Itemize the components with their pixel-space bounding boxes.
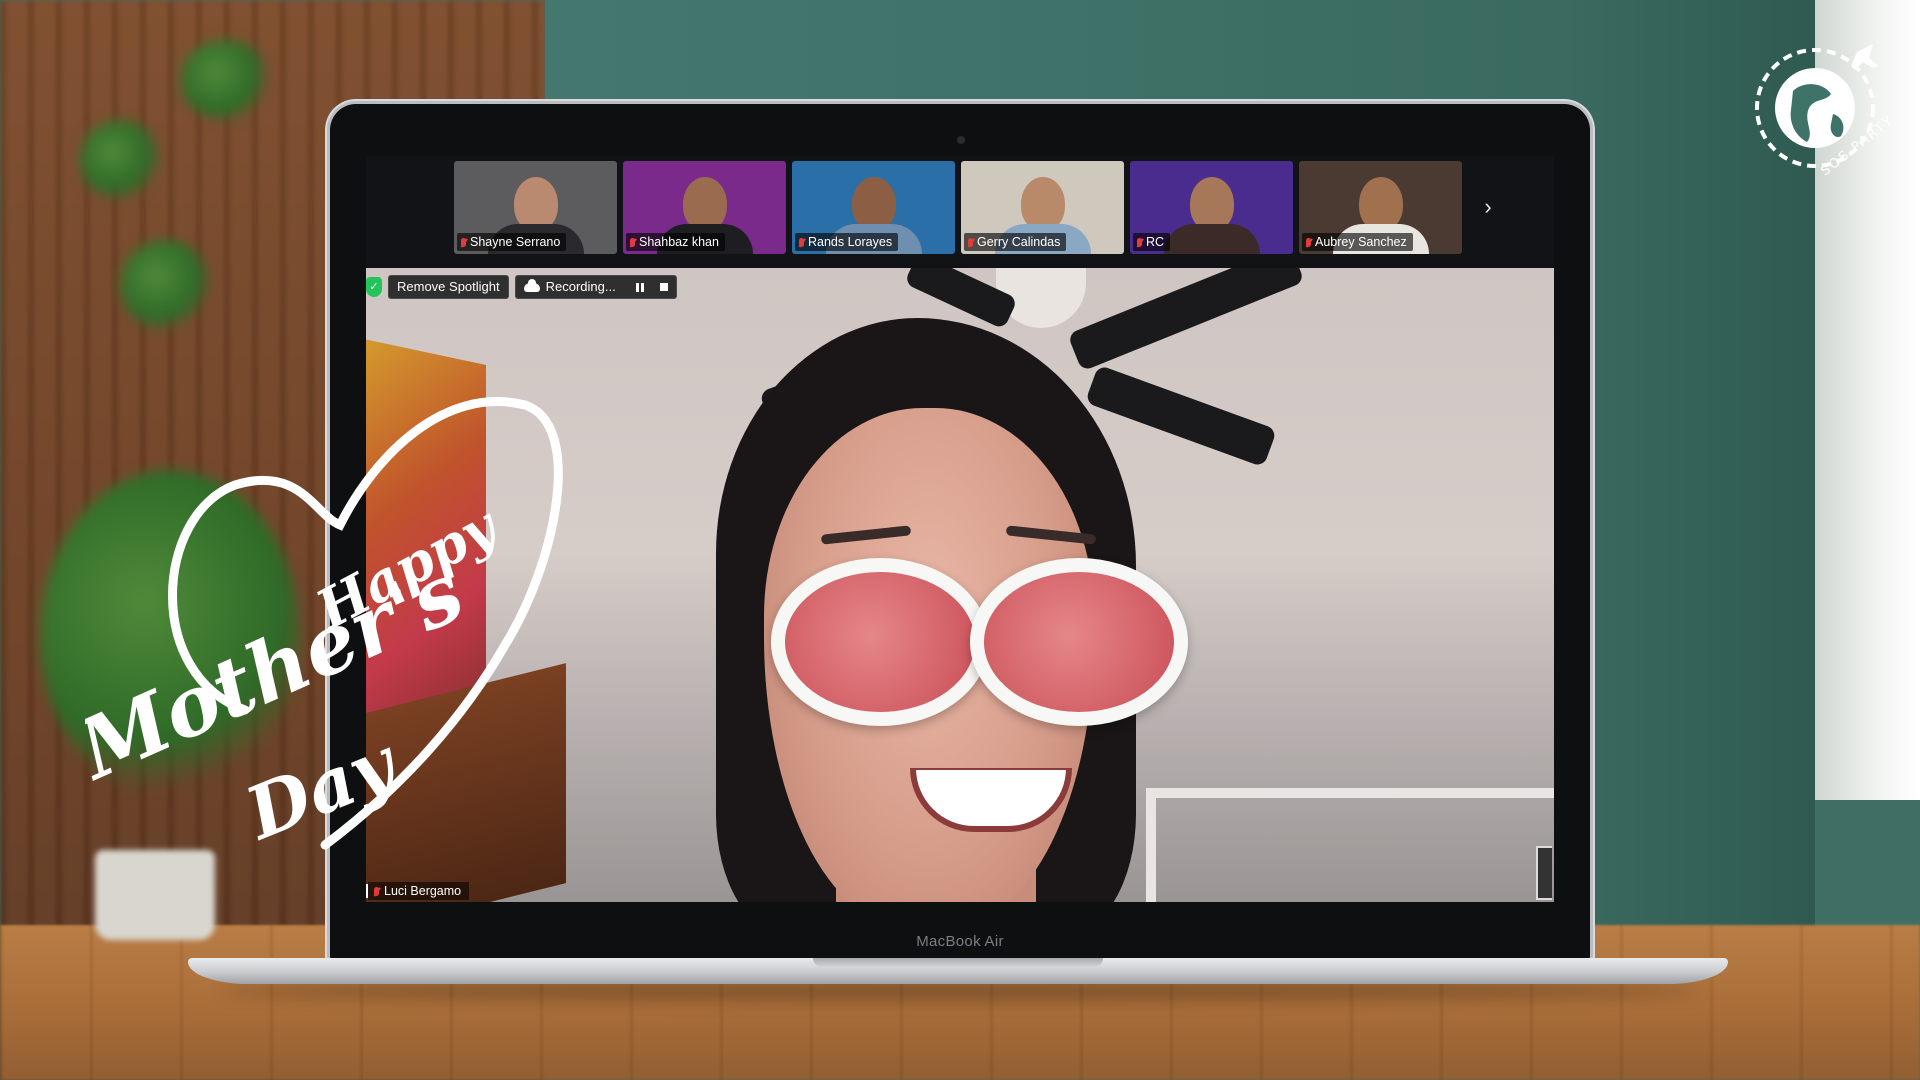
- laptop-shadow: [220, 982, 1700, 1000]
- globe-icon: [1775, 68, 1855, 148]
- participant-face: [851, 177, 896, 231]
- participant-tile[interactable]: RC: [1130, 161, 1293, 254]
- participant-gallery-strip: Shayne Serrano Shahbaz khan Rands Lorayes G…: [366, 156, 1554, 264]
- self-view-corner[interactable]: [1536, 846, 1552, 900]
- fan-blade: [1067, 268, 1305, 372]
- meeting-controls: ✓ Remove Spotlight Recording...: [366, 275, 677, 299]
- participant-name: Shahbaz khan: [639, 235, 719, 249]
- participant-name: Rands Lorayes: [808, 235, 893, 249]
- laptop-hinge-notch: [813, 958, 1103, 967]
- mic-muted-icon: [968, 237, 973, 247]
- sos-party-logo: SOS PARTY: [1755, 44, 1895, 179]
- remove-spotlight-label: Remove Spotlight: [397, 279, 500, 294]
- fan-blade: [1084, 364, 1278, 468]
- remove-spotlight-button[interactable]: Remove Spotlight: [388, 275, 509, 299]
- background-plant: [80, 120, 160, 200]
- participant-tile[interactable]: Rands Lorayes: [792, 161, 955, 254]
- mic-muted-icon: [1137, 237, 1142, 247]
- participant-name: RC: [1146, 235, 1165, 249]
- video-door-frame: [1146, 788, 1554, 902]
- participant-name-tag: Rands Lorayes: [795, 233, 899, 251]
- participant-face: [682, 177, 727, 231]
- participant-tile[interactable]: Gerry Calindas: [961, 161, 1124, 254]
- participant-tile[interactable]: Shahbaz khan: [623, 161, 786, 254]
- mic-muted-icon: [374, 886, 379, 896]
- participant-name-tag: Aubrey Sanchez: [1302, 233, 1413, 251]
- participant-name-tag: RC: [1133, 233, 1171, 251]
- participant-body: [1163, 224, 1260, 254]
- greeting-line-day: Day: [233, 719, 410, 855]
- mic-muted-icon: [799, 237, 804, 247]
- recording-indicator[interactable]: Recording...: [514, 275, 677, 299]
- mic-muted-icon: [1306, 237, 1311, 247]
- participant-face: [1189, 177, 1234, 231]
- laptop-model-label: MacBook Air: [916, 933, 1004, 950]
- participant-tile[interactable]: Shayne Serrano: [454, 161, 617, 254]
- participant-name-tag: Shayne Serrano: [457, 233, 567, 251]
- mothers-day-graphic: Happy Mother's Day: [85, 397, 563, 855]
- participant-face: [1358, 177, 1403, 231]
- webcam-dot: [957, 136, 965, 144]
- spotlight-name-label: Luci Bergamo: [384, 884, 462, 898]
- participant-face: [513, 177, 558, 231]
- participant-name-tag: Shahbaz khan: [626, 233, 725, 251]
- participant-name: Shayne Serrano: [470, 235, 561, 249]
- mic-muted-icon: [461, 237, 466, 247]
- next-page-button[interactable]: ›: [1476, 192, 1500, 222]
- airplane-icon: [1851, 44, 1879, 70]
- chevron-right-icon: ›: [1484, 194, 1492, 219]
- participant-name: Gerry Calindas: [977, 235, 1061, 249]
- white-sunglasses-left-lens: [771, 558, 989, 726]
- participant-tile[interactable]: Aubrey Sanchez: [1299, 161, 1462, 254]
- background-plant: [120, 240, 210, 330]
- background-pot: [95, 850, 215, 940]
- white-sunglasses-right-lens: [970, 558, 1188, 726]
- stop-icon[interactable]: [659, 283, 668, 291]
- shield-icon[interactable]: ✓: [366, 277, 382, 297]
- mic-muted-icon: [630, 237, 635, 247]
- background-plant: [180, 40, 270, 120]
- participant-name: Aubrey Sanchez: [1315, 235, 1407, 249]
- recording-label: Recording...: [545, 279, 616, 294]
- pause-icon[interactable]: [635, 282, 644, 292]
- participant-face: [1020, 177, 1065, 231]
- participant-name-tag: Gerry Calindas: [964, 233, 1067, 251]
- cloud-icon: [523, 278, 540, 292]
- laptop-base: [188, 958, 1728, 984]
- spotlight-name-tag: Luci Bergamo: [368, 882, 470, 900]
